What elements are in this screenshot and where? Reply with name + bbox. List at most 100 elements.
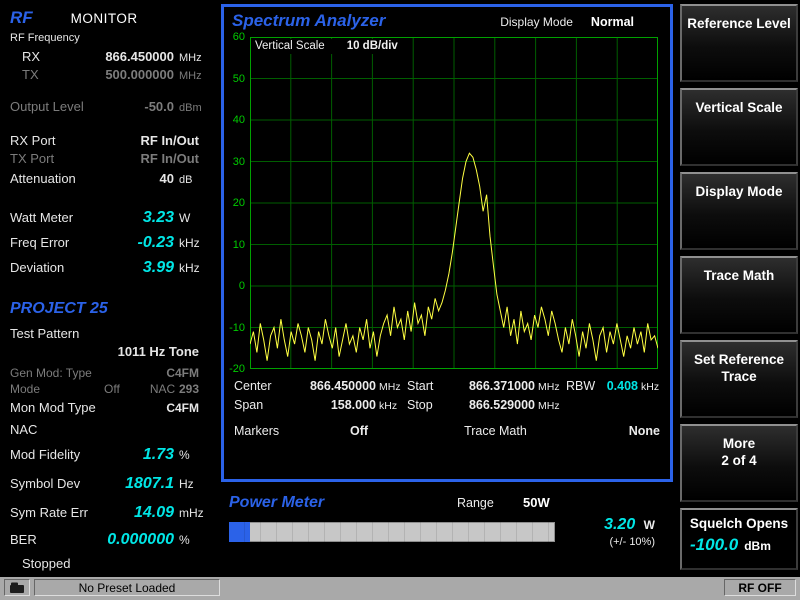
vertical-scale-value: 10 dB/div <box>347 40 398 52</box>
rx-port-row: RX Port RF In/Out <box>10 133 213 151</box>
softkey-label: Vertical Scale <box>682 99 796 116</box>
softkey-reference-level[interactable]: Reference Level <box>680 4 798 82</box>
preset-file-icon <box>9 582 25 593</box>
markers-label: Markers <box>234 424 288 438</box>
attenuation-value[interactable]: 40 <box>160 171 174 186</box>
y-axis-tick-label: 30 <box>224 156 245 168</box>
deviation-unit: kHz <box>174 261 213 275</box>
rx-frequency-value[interactable]: 866.450000 <box>105 49 174 64</box>
spectrum-readout-row-1: Center 866.450000 MHz Start 866.371000 M… <box>234 379 666 398</box>
power-range-label: Range <box>457 496 523 510</box>
spectrum-analyzer-title: Spectrum Analyzer <box>232 11 385 31</box>
display-mode-value[interactable]: Normal <box>591 15 634 29</box>
status-icon-box <box>4 579 30 596</box>
tx-frequency-value[interactable]: 500.000000 <box>105 67 174 82</box>
tx-frequency-row: TX 500.000000 MHz <box>10 67 213 85</box>
stop-value[interactable]: 866.529000 <box>447 398 535 412</box>
softkey-trace-math[interactable]: Trace Math <box>680 256 798 334</box>
gen-nac-label: NAC <box>150 382 175 396</box>
gen-mod-type-value[interactable]: C4FM <box>166 366 199 380</box>
status-bar: No Preset Loaded RF OFF <box>0 575 800 600</box>
mon-mod-type-row: Mon Mod Type C4FM <box>10 400 213 416</box>
freq-error-row: Freq Error -0.23 kHz <box>10 234 213 259</box>
squelch-label: Squelch Opens <box>682 515 796 532</box>
gen-mod-type-label: Gen Mod: Type <box>10 366 92 380</box>
test-pattern-label: Test Pattern <box>10 326 79 341</box>
start-unit: MHz <box>535 381 566 393</box>
softkey-label: Display Mode <box>682 183 796 200</box>
rx-port-label: RX Port <box>10 133 56 148</box>
symbol-dev-value: 1807.1 <box>125 475 174 493</box>
softkey-label: More <box>682 435 796 452</box>
left-settings-panel: RF MONITOR RF Frequency RX 866.450000 MH… <box>0 0 221 575</box>
start-value[interactable]: 866.371000 <box>447 379 535 393</box>
output-level-unit: dBm <box>174 102 213 114</box>
y-axis-tick-label: 20 <box>224 197 245 209</box>
ber-unit: % <box>174 533 213 547</box>
power-meter-header: Power Meter Range 50W <box>221 490 673 512</box>
center-value[interactable]: 866.450000 <box>288 379 376 393</box>
mon-mod-type-value[interactable]: C4FM <box>166 401 199 415</box>
symbol-dev-label: Symbol Dev <box>10 476 80 491</box>
nac-label: NAC <box>10 422 37 437</box>
softkey-menu: Reference Level Vertical Scale Display Mod… <box>678 0 800 508</box>
gen-mod-type-row: Gen Mod: Type C4FM <box>10 366 213 382</box>
softkey-label: Reference Level <box>682 15 796 32</box>
gen-mode-value[interactable]: Off <box>104 382 120 396</box>
gen-nac-value[interactable]: 293 <box>179 382 199 396</box>
output-level-value[interactable]: -50.0 <box>144 99 174 114</box>
gen-mode-row: Mode Off NAC 293 <box>10 382 213 398</box>
span-unit: kHz <box>376 400 407 412</box>
rbw-value[interactable]: 0.408 <box>598 379 638 393</box>
softkey-more[interactable]: More2 of 4 <box>680 424 798 502</box>
project25-section-header: PROJECT 25 <box>10 300 213 322</box>
power-value-block: 3.20 W (+/- 10%) <box>604 516 655 548</box>
symbol-dev-row: Symbol Dev 1807.1 Hz <box>10 475 213 500</box>
spectrum-readout-row-2: Span 158.000 kHz Stop 866.529000 MHz <box>234 398 666 417</box>
markers-value[interactable]: Off <box>350 424 368 438</box>
y-axis-tick-label: 60 <box>224 31 245 43</box>
rf-monitor-mode: MONITOR <box>71 11 138 26</box>
spectrum-readout-row-3: Markers Off Trace Math None <box>234 424 666 443</box>
center-label: Center <box>234 379 288 393</box>
vertical-scale-readout[interactable]: Vertical Scale 10 dB/div <box>251 39 410 54</box>
tx-port-value[interactable]: RF In/Out <box>141 151 200 166</box>
sym-rate-err-value: 14.09 <box>134 504 174 522</box>
deviation-label: Deviation <box>10 260 64 275</box>
tx-port-row: TX Port RF In/Out <box>10 151 213 169</box>
nac-row: NAC <box>10 422 213 440</box>
ber-row: BER 0.000000 % <box>10 531 213 556</box>
gen-mode-label: Mode <box>10 382 40 396</box>
power-range-value[interactable]: 50W <box>523 495 550 510</box>
test-pattern-value[interactable]: 1011 Hz Tone <box>118 344 199 359</box>
softkey-set-reference-trace[interactable]: Set Reference Trace <box>680 340 798 418</box>
softkey-squelch-opens[interactable]: Squelch Opens -100.0 dBm <box>680 508 798 570</box>
span-label: Span <box>234 398 288 412</box>
power-value: 3.20 <box>604 516 635 533</box>
mod-fidelity-row: Mod Fidelity 1.73 % <box>10 446 213 471</box>
rx-port-value[interactable]: RF In/Out <box>141 133 200 148</box>
watt-meter-unit: W <box>174 211 213 225</box>
span-value[interactable]: 158.000 <box>288 398 376 412</box>
mod-fidelity-unit: % <box>174 448 213 462</box>
softkey-vertical-scale[interactable]: Vertical Scale <box>680 88 798 166</box>
freq-error-label: Freq Error <box>10 235 69 250</box>
sym-rate-err-row: Sym Rate Err 14.09 mHz <box>10 504 213 529</box>
output-level-label: Output Level <box>10 99 84 114</box>
mod-fidelity-value: 1.73 <box>143 446 174 464</box>
rx-frequency-label: RX <box>10 49 40 64</box>
start-label: Start <box>407 379 447 393</box>
test-pattern-row: Test Pattern <box>10 326 213 344</box>
rbw-label: RBW <box>566 379 598 393</box>
center-unit: MHz <box>376 381 407 393</box>
power-meter-bar-fill <box>229 522 250 542</box>
y-axis-tick-label: 50 <box>224 73 245 85</box>
rx-frequency-row: RX 866.450000 MHz <box>10 49 213 67</box>
tx-port-label: TX Port <box>10 151 54 166</box>
vertical-scale-label: Vertical Scale <box>255 40 325 52</box>
output-level-row: Output Level -50.0 dBm <box>10 99 213 117</box>
trace-math-value[interactable]: None <box>629 424 660 438</box>
display-mode-label: Display Mode <box>500 15 573 29</box>
softkey-display-mode[interactable]: Display Mode <box>680 172 798 250</box>
rf-section-title: RF <box>10 8 33 28</box>
